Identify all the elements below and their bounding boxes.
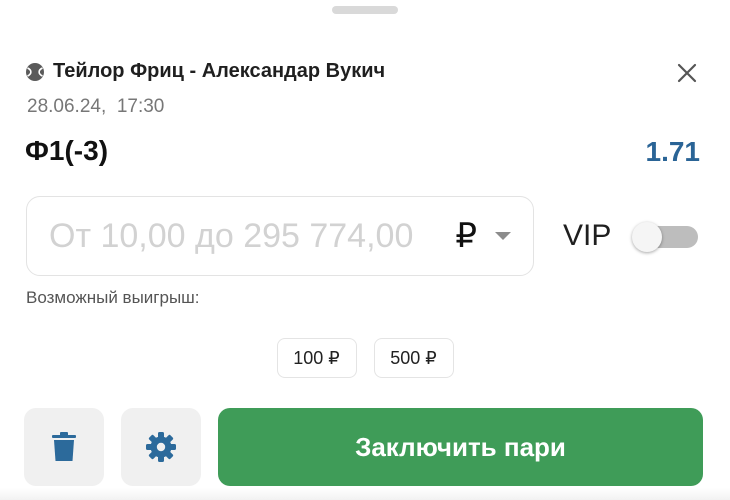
stake-input[interactable] (49, 216, 446, 256)
quick-amount-500[interactable]: 500 ₽ (373, 338, 454, 378)
vip-label: VIP (563, 219, 612, 252)
tennis-ball-icon (25, 62, 45, 82)
caret-down-icon[interactable] (495, 232, 511, 240)
possible-win-label: Возможный выигрыш: (26, 288, 200, 307)
place-bet-button[interactable]: Заключить пари (218, 408, 703, 486)
gear-icon (146, 432, 176, 462)
close-icon (677, 63, 697, 83)
drag-handle[interactable] (332, 6, 398, 14)
event-date: 28.06.24, (27, 96, 107, 117)
trash-icon (52, 432, 76, 461)
quick-amounts: 100 ₽ 500 ₽ (0, 338, 730, 378)
settings-button[interactable] (121, 408, 201, 486)
currency-symbol[interactable]: ₽ (455, 216, 477, 256)
match-title: Тейлор Фриц - Александар Вукич (53, 60, 386, 82)
quick-amount-100[interactable]: 100 ₽ (276, 338, 357, 378)
close-button[interactable] (672, 58, 702, 88)
action-bar: Заключить пари (0, 405, 730, 500)
vip-toggle-knob (632, 222, 662, 252)
bet-outcome: Ф1(-3) (25, 135, 109, 166)
vip-toggle[interactable] (632, 222, 698, 252)
match-header: Тейлор Фриц - Александар Вукич (25, 60, 385, 83)
stake-field[interactable]: ₽ (26, 196, 534, 276)
event-time: 17:30 (116, 96, 165, 117)
delete-button[interactable] (24, 408, 104, 486)
event-datetime: 28.06.24, 17:30 (27, 96, 164, 118)
bottom-edge (0, 488, 730, 500)
bet-odds: 1.71 (645, 136, 701, 167)
